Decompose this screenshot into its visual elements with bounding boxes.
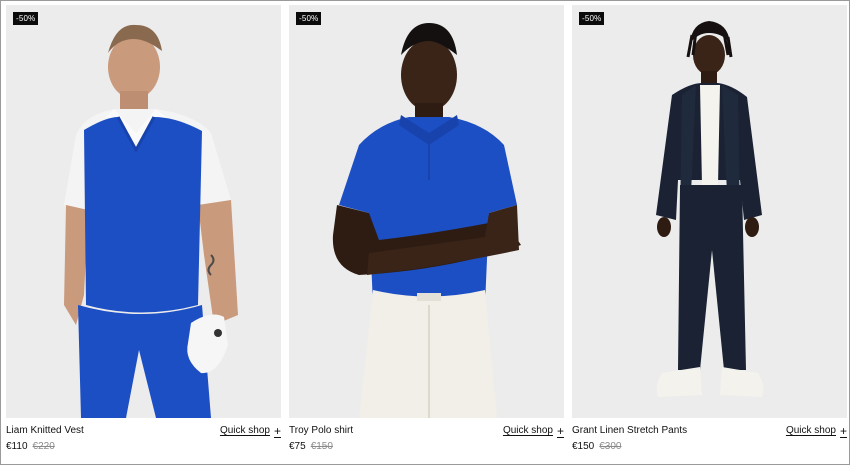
discount-badge: -50% [13, 12, 39, 25]
product-info: Liam Knitted Vest Quick shop + €110 €220 [6, 418, 281, 453]
sale-price: €75 [289, 441, 306, 452]
original-price: €150 [310, 441, 333, 452]
product-image[interactable]: -50% [572, 5, 847, 418]
product-image[interactable]: -50% [289, 5, 564, 418]
discount-badge: -50% [296, 12, 322, 25]
product-info: Grant Linen Stretch Pants Quick shop + €… [572, 418, 847, 453]
plus-icon: + [839, 423, 847, 438]
original-price: €220 [32, 441, 55, 452]
original-price: €300 [599, 441, 622, 452]
quick-shop-button[interactable]: Quick shop + [220, 424, 281, 437]
product-photo-pants [572, 5, 847, 418]
product-name[interactable]: Troy Polo shirt [289, 424, 353, 437]
product-name[interactable]: Liam Knitted Vest [6, 424, 84, 437]
quick-shop-label: Quick shop [219, 425, 270, 436]
discount-badge: -50% [579, 12, 605, 25]
product-photo-vest [6, 5, 281, 418]
sale-price: €150 [572, 441, 595, 452]
product-card: -50% [572, 5, 847, 461]
plus-icon: + [273, 423, 281, 438]
product-card: -50% [6, 5, 281, 461]
quick-shop-label: Quick shop [502, 425, 553, 436]
sale-price: €110 [6, 441, 28, 452]
plus-icon: + [556, 423, 564, 438]
quick-shop-button[interactable]: Quick shop + [503, 424, 564, 437]
product-card: -50% [289, 5, 564, 461]
product-info: Troy Polo shirt Quick shop + €75 €150 [289, 418, 564, 453]
product-grid: -50% Liam Knitted Vest Quick shop + €110… [6, 5, 847, 461]
product-name[interactable]: Grant Linen Stretch Pants [572, 424, 687, 437]
product-image[interactable]: -50% [6, 5, 281, 418]
product-photo-polo [289, 5, 564, 418]
quick-shop-button[interactable]: Quick shop + [786, 424, 847, 437]
page-frame: -50% Liam Knitted Vest Quick shop + €110… [0, 0, 850, 465]
quick-shop-label: Quick shop [785, 425, 836, 436]
